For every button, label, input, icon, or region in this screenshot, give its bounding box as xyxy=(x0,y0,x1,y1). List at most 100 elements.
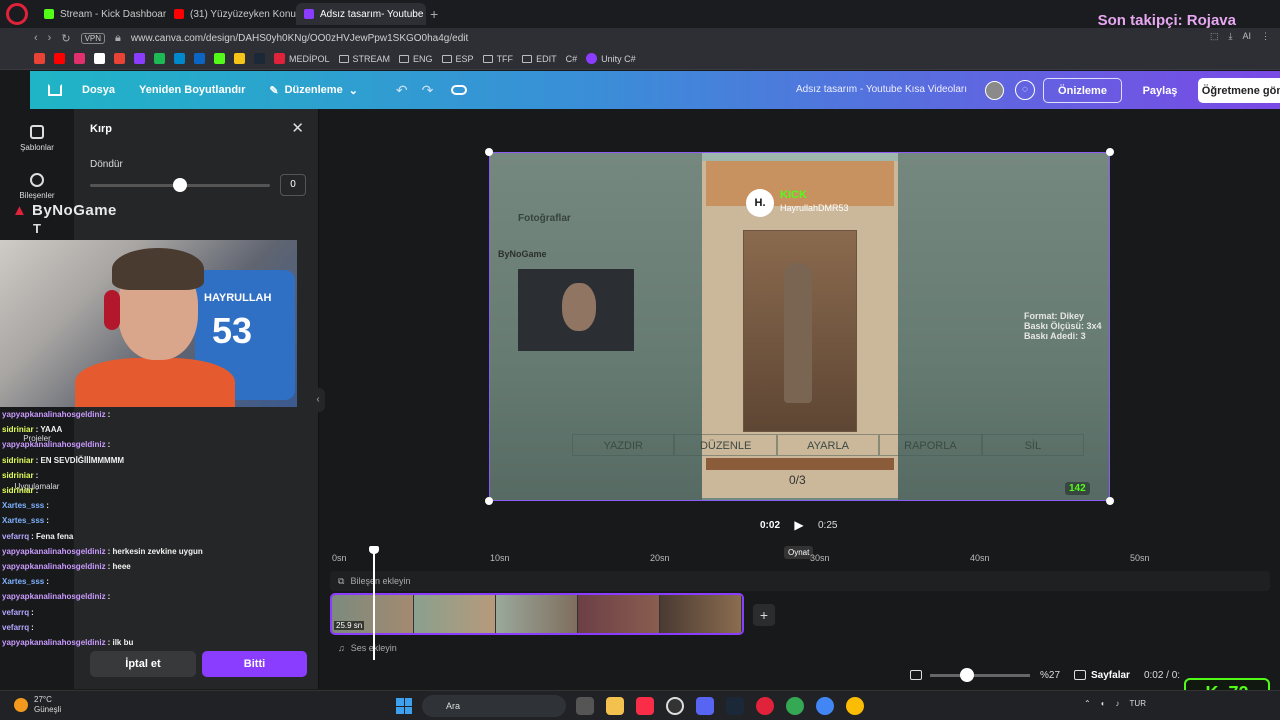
chat-username[interactable]: Xartes_sss xyxy=(2,501,44,510)
network-icon[interactable]: ◐ xyxy=(1101,699,1106,708)
discord-icon[interactable] xyxy=(696,697,714,715)
taskbar-search[interactable]: Ara xyxy=(422,695,566,717)
undo-icon[interactable]: ↶ xyxy=(396,82,408,99)
edit-menu[interactable]: ✎ Düzenleme ⌄ xyxy=(269,84,358,97)
chat-username[interactable]: yapyapkanalinahosgeldiniz xyxy=(2,440,106,449)
url-field[interactable]: www.canva.com/design/DAHS0yh0KNg/OO0zHVJ… xyxy=(131,33,468,44)
chat-username[interactable]: sidriniar xyxy=(2,486,34,495)
chat-username[interactable]: Xartes_sss xyxy=(2,577,44,586)
preview-button[interactable]: Önizleme xyxy=(1043,78,1122,103)
chrome-icon[interactable] xyxy=(816,697,834,715)
rail-item-elements[interactable]: Bileşenler xyxy=(0,173,74,200)
linkedin-bookmark-icon[interactable] xyxy=(194,53,205,64)
rail-item-templates[interactable]: Şablonlar xyxy=(0,125,74,152)
add-element-track[interactable]: ⧉ Bileşen ekleyin xyxy=(330,571,1270,591)
chat-username[interactable]: yapyapkanalinahosgeldiniz xyxy=(2,562,106,571)
resize-handle[interactable] xyxy=(485,497,493,505)
timeline-ruler[interactable]: 0sn 10sn 20sn 30sn 40sn 50sn xyxy=(330,553,1270,565)
zoom-level[interactable]: %27 xyxy=(1040,670,1060,681)
bookmark-unity-csharp[interactable]: Unity C# xyxy=(586,53,636,64)
spotify-bookmark-icon[interactable] xyxy=(154,53,165,64)
chrome-icon[interactable] xyxy=(786,697,804,715)
bookmark-edit[interactable]: EDIT xyxy=(522,54,557,64)
rotate-value-input[interactable]: 0 xyxy=(280,174,306,196)
forward-icon[interactable]: › xyxy=(48,32,52,44)
task-view-icon[interactable] xyxy=(576,697,594,715)
google-bookmark-icon[interactable] xyxy=(34,53,45,64)
chat-username[interactable]: vefarrq xyxy=(2,623,29,632)
chat-username[interactable]: sidriniar xyxy=(2,425,34,434)
bookmark-csharp[interactable]: C# xyxy=(566,54,578,64)
youtube-bookmark-icon[interactable] xyxy=(54,53,65,64)
chrome-icon[interactable] xyxy=(846,697,864,715)
design-page[interactable]: Fotoğraflar ByNoGame H. KICK HayrullahDM… xyxy=(489,152,1110,501)
weather-widget[interactable]: 27°C Güneşli xyxy=(14,695,61,715)
chat-username[interactable]: vefarrq xyxy=(2,608,29,617)
chat-username[interactable]: yapyapkanalinahosgeldiniz xyxy=(2,410,106,419)
chevron-up-icon[interactable]: ⌃ xyxy=(1084,699,1091,708)
volume-icon[interactable]: ♪ xyxy=(1116,699,1120,708)
back-icon[interactable]: ‹ xyxy=(34,32,38,44)
done-button[interactable]: Bitti xyxy=(202,651,307,677)
instagram-bookmark-icon[interactable] xyxy=(74,53,85,64)
x-bookmark-icon[interactable] xyxy=(94,53,105,64)
reload-icon[interactable]: ↻ xyxy=(61,32,70,45)
home-icon[interactable] xyxy=(48,84,62,96)
zoom-slider[interactable] xyxy=(930,667,1030,682)
rail-item-text[interactable]: T xyxy=(0,221,74,236)
download-icon[interactable]: ⤓ xyxy=(1229,31,1233,42)
close-icon[interactable]: ✕ xyxy=(291,119,304,137)
imdb-bookmark-icon[interactable] xyxy=(234,53,245,64)
telegram-bookmark-icon[interactable] xyxy=(174,53,185,64)
menu-icon[interactable]: ⋮ xyxy=(1261,31,1270,42)
playhead[interactable] xyxy=(373,548,375,660)
tab-youtube[interactable]: (31) Yüzyüzeyken Konu xyxy=(166,3,296,25)
rotate-slider[interactable] xyxy=(90,178,270,192)
resize-handle[interactable] xyxy=(485,148,493,156)
language-indicator[interactable]: TUR xyxy=(1130,699,1146,708)
cancel-button[interactable]: İptal et xyxy=(90,651,196,677)
share-button[interactable]: Paylaş xyxy=(1132,78,1188,103)
chat-username[interactable]: yapyapkanalinahosgeldiniz xyxy=(2,592,106,601)
ai-button[interactable]: AI xyxy=(1242,31,1251,42)
chat-username[interactable]: yapyapkanalinahosgeldiniz xyxy=(2,638,106,647)
avatar[interactable] xyxy=(985,81,1004,100)
resize-handle[interactable] xyxy=(1106,148,1114,156)
send-to-teacher-button[interactable]: Öğretmene gönder xyxy=(1198,78,1280,103)
extension-icon[interactable]: ⬚ xyxy=(1210,31,1219,42)
playhead-handle[interactable] xyxy=(369,546,379,554)
chat-username[interactable]: yapyapkanalinahosgeldiniz xyxy=(2,547,106,556)
redo-icon[interactable]: ↷ xyxy=(422,82,434,99)
steam-bookmark-icon[interactable] xyxy=(254,53,265,64)
opera-logo-icon[interactable] xyxy=(6,3,28,25)
file-explorer-icon[interactable] xyxy=(606,697,624,715)
bookmark-stream[interactable]: STREAM xyxy=(338,54,390,64)
collapse-panel-icon[interactable]: ‹ xyxy=(311,388,325,412)
resize-menu[interactable]: Yeniden Boyutlandır xyxy=(139,84,245,96)
bookmark-esp[interactable]: ESP xyxy=(441,54,474,64)
pages-button[interactable]: Sayfalar xyxy=(1074,670,1130,681)
kick-bookmark-icon[interactable] xyxy=(214,53,225,64)
music-app-icon[interactable] xyxy=(636,697,654,715)
resize-handle[interactable] xyxy=(1106,497,1114,505)
opera-icon[interactable] xyxy=(756,697,774,715)
gmail-bookmark-icon[interactable] xyxy=(114,53,125,64)
canva-bookmark-icon[interactable] xyxy=(134,53,145,64)
add-audio-track[interactable]: ♫ Ses ekleyin xyxy=(330,638,1270,658)
document-title[interactable]: Adsız tasarım - Youtube Kısa Videoları xyxy=(796,84,967,95)
tab-canva[interactable]: Adsız tasarım- Youtube Kı xyxy=(296,3,426,25)
file-menu[interactable]: Dosya xyxy=(82,84,115,96)
chat-username[interactable]: Xartes_sss xyxy=(2,516,44,525)
zoom-slider-thumb[interactable] xyxy=(960,667,974,682)
bookmark-eng[interactable]: ENG xyxy=(399,54,433,64)
steam-icon[interactable] xyxy=(726,697,744,715)
tab-kick-dashboard[interactable]: Stream - Kick Dashboard xyxy=(36,3,166,25)
windows-start-icon[interactable] xyxy=(396,698,412,714)
vpn-badge[interactable]: VPN xyxy=(80,32,106,44)
add-clip-button[interactable]: + xyxy=(753,604,775,626)
chat-username[interactable]: sidriniar xyxy=(2,456,34,465)
comment-icon[interactable]: ◌ xyxy=(1015,80,1035,100)
video-clip[interactable] xyxy=(330,593,744,635)
notes-icon[interactable] xyxy=(910,670,922,680)
chat-username[interactable]: vefarrq xyxy=(2,532,29,541)
